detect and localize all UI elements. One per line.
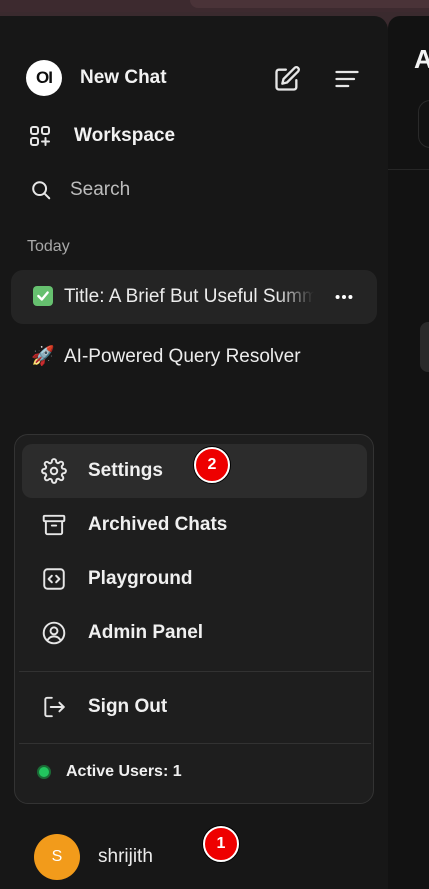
check-emoji-icon xyxy=(33,286,53,306)
app-logo[interactable]: OI xyxy=(26,60,62,96)
sidebar: OI New Chat Workspace Search Today Title… xyxy=(0,16,388,889)
active-users-status: Active Users: 1 xyxy=(37,763,182,781)
chat-list-item[interactable]: 🚀 AI-Powered Query Resolver xyxy=(11,330,377,384)
workspace-label: Workspace xyxy=(74,125,176,146)
new-chat-link[interactable]: New Chat xyxy=(80,67,167,89)
annotation-marker-2: 2 xyxy=(194,447,230,483)
main-panel: A xyxy=(388,16,429,889)
menu-item-label: Sign Out xyxy=(88,696,168,717)
main-divider xyxy=(388,169,429,170)
menu-item-admin-panel[interactable]: Admin Panel xyxy=(22,606,367,660)
online-status-dot xyxy=(37,765,51,779)
search-nav-item[interactable]: Search xyxy=(30,174,130,206)
active-users-label: Active Users: 1 xyxy=(66,763,182,780)
archive-icon xyxy=(41,512,67,538)
hamburger-menu-icon[interactable] xyxy=(332,64,362,94)
menu-item-sign-out[interactable]: Sign Out xyxy=(22,680,367,734)
chat-list-item-active[interactable]: Title: A Brief But Useful Summary xyxy=(11,270,377,324)
chat-title: AI-Powered Query Resolver xyxy=(64,346,301,367)
user-profile-button[interactable]: S shrijith xyxy=(34,834,153,880)
annotation-marker-1: 1 xyxy=(203,826,239,862)
rocket-emoji-icon: 🚀 xyxy=(31,346,55,367)
menu-item-label: Settings xyxy=(88,460,163,481)
menu-item-label: Playground xyxy=(88,568,193,589)
main-suggestion-chip[interactable] xyxy=(420,322,429,372)
workspace-grid-icon xyxy=(28,124,52,148)
section-heading-today: Today xyxy=(27,238,70,255)
chat-title: Title: A Brief But Useful Summary xyxy=(64,286,314,307)
menu-item-playground[interactable]: Playground xyxy=(22,552,367,606)
model-selector-bar[interactable] xyxy=(418,100,429,148)
sign-out-icon xyxy=(41,694,67,720)
username: shrijith xyxy=(98,846,153,867)
main-title: A xyxy=(414,44,429,74)
workspace-nav-item[interactable]: Workspace xyxy=(28,120,175,152)
menu-item-label: Admin Panel xyxy=(88,622,204,643)
menu-item-label: Archived Chats xyxy=(88,514,228,535)
gear-icon xyxy=(41,458,67,484)
search-label: Search xyxy=(70,179,131,200)
user-circle-icon xyxy=(41,620,67,646)
avatar: S xyxy=(34,834,80,880)
window-top-tab xyxy=(190,0,429,8)
more-options-icon[interactable] xyxy=(331,284,357,310)
code-icon xyxy=(41,566,67,592)
menu-divider xyxy=(19,671,371,672)
user-menu-popup: Settings Archived Chats Playground Admin… xyxy=(14,434,374,804)
search-icon xyxy=(30,179,52,201)
menu-item-archived-chats[interactable]: Archived Chats xyxy=(22,498,367,552)
compose-icon[interactable] xyxy=(272,64,302,94)
menu-divider xyxy=(19,743,371,744)
